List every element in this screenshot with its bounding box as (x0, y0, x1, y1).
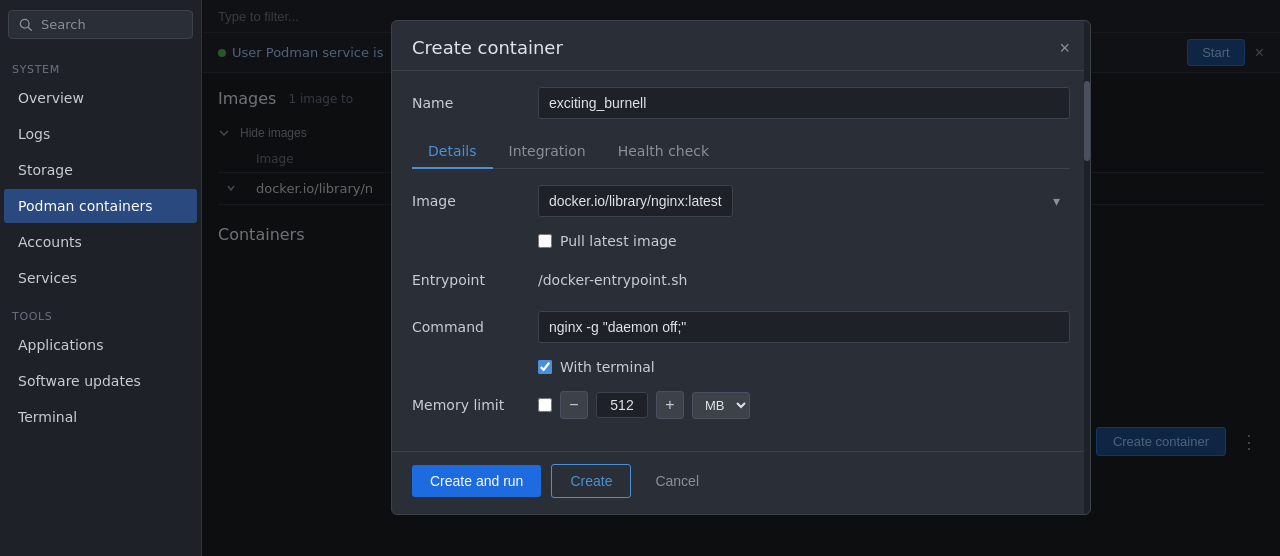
sidebar-item-label: Podman containers (18, 198, 153, 214)
tab-health-check[interactable]: Health check (602, 135, 725, 169)
sidebar-item-label: Applications (18, 337, 104, 353)
name-input[interactable] (538, 87, 1070, 119)
memory-unit-select[interactable]: MB B KB GB (692, 392, 750, 419)
sidebar: Search System Overview Logs Storage Podm… (0, 0, 202, 556)
sidebar-item-accounts[interactable]: Accounts (4, 225, 197, 259)
sidebar-section-system: System (0, 49, 201, 80)
pull-latest-label[interactable]: Pull latest image (560, 233, 677, 249)
sidebar-item-label: Storage (18, 162, 73, 178)
sidebar-section-tools: Tools (0, 296, 201, 327)
name-label: Name (412, 95, 522, 111)
sidebar-item-label: Terminal (18, 409, 77, 425)
modal-close-button[interactable]: × (1059, 39, 1070, 57)
modal-body: Name Details Integration Health check Im… (392, 71, 1090, 451)
memory-increment-button[interactable]: + (656, 391, 684, 419)
entrypoint-value: /docker-entrypoint.sh (538, 265, 1070, 295)
modal-overlay: Create container × Name Details Integrat… (202, 0, 1280, 556)
sidebar-item-services[interactable]: Services (4, 261, 197, 295)
search-label: Search (41, 17, 86, 32)
entrypoint-label: Entrypoint (412, 272, 522, 288)
entrypoint-group: Entrypoint /docker-entrypoint.sh (412, 265, 1070, 295)
memory-limit-label: Memory limit (412, 397, 522, 413)
sidebar-item-logs[interactable]: Logs (4, 117, 197, 151)
cancel-button[interactable]: Cancel (641, 465, 713, 497)
image-select[interactable]: docker.io/library/nginx:latest (538, 185, 733, 217)
sidebar-item-overview[interactable]: Overview (4, 81, 197, 115)
pull-latest-checkbox[interactable] (538, 234, 552, 248)
with-terminal-label[interactable]: With terminal (560, 359, 655, 375)
pull-latest-group: Pull latest image (538, 233, 1070, 249)
chevron-down-icon: ▾ (1053, 193, 1060, 209)
name-form-group: Name (412, 87, 1070, 119)
sidebar-item-applications[interactable]: Applications (4, 328, 197, 362)
modal-title: Create container (412, 37, 563, 58)
sidebar-item-software-updates[interactable]: Software updates (4, 364, 197, 398)
image-label: Image (412, 193, 522, 209)
tab-bar: Details Integration Health check (412, 135, 1070, 169)
modal-header: Create container × (392, 21, 1090, 71)
svg-line-1 (28, 27, 31, 30)
memory-value-input[interactable] (596, 392, 648, 418)
with-terminal-group: With terminal (538, 359, 1070, 375)
main-content: User Podman service is Start × Images 1 … (202, 0, 1280, 556)
sidebar-item-terminal[interactable]: Terminal (4, 400, 197, 434)
sidebar-item-label: Accounts (18, 234, 82, 250)
memory-limit-checkbox[interactable] (538, 398, 552, 412)
memory-controls: − + MB B KB GB (538, 391, 1070, 419)
sidebar-item-label: Overview (18, 90, 84, 106)
sidebar-item-label: Services (18, 270, 77, 286)
sidebar-item-podman-containers[interactable]: Podman containers (4, 189, 197, 223)
sidebar-item-label: Software updates (18, 373, 141, 389)
create-container-modal: Create container × Name Details Integrat… (391, 20, 1091, 515)
modal-scrollbar (1084, 21, 1090, 514)
create-and-run-button[interactable]: Create and run (412, 465, 541, 497)
modal-scrollbar-thumb (1084, 81, 1090, 161)
create-button[interactable]: Create (551, 464, 631, 498)
image-select-wrapper: docker.io/library/nginx:latest ▾ (538, 185, 1070, 217)
memory-limit-group: Memory limit − + MB B KB GB (412, 391, 1070, 419)
tab-integration[interactable]: Integration (493, 135, 602, 169)
command-input[interactable] (538, 311, 1070, 343)
memory-decrement-button[interactable]: − (560, 391, 588, 419)
modal-footer: Create and run Create Cancel (392, 451, 1090, 514)
tab-details[interactable]: Details (412, 135, 493, 169)
search-icon (19, 18, 33, 32)
sidebar-item-label: Logs (18, 126, 50, 142)
search-box[interactable]: Search (8, 10, 193, 39)
with-terminal-checkbox[interactable] (538, 360, 552, 374)
command-label: Command (412, 319, 522, 335)
image-form-group: Image docker.io/library/nginx:latest ▾ (412, 185, 1070, 217)
command-form-group: Command (412, 311, 1070, 343)
sidebar-item-storage[interactable]: Storage (4, 153, 197, 187)
